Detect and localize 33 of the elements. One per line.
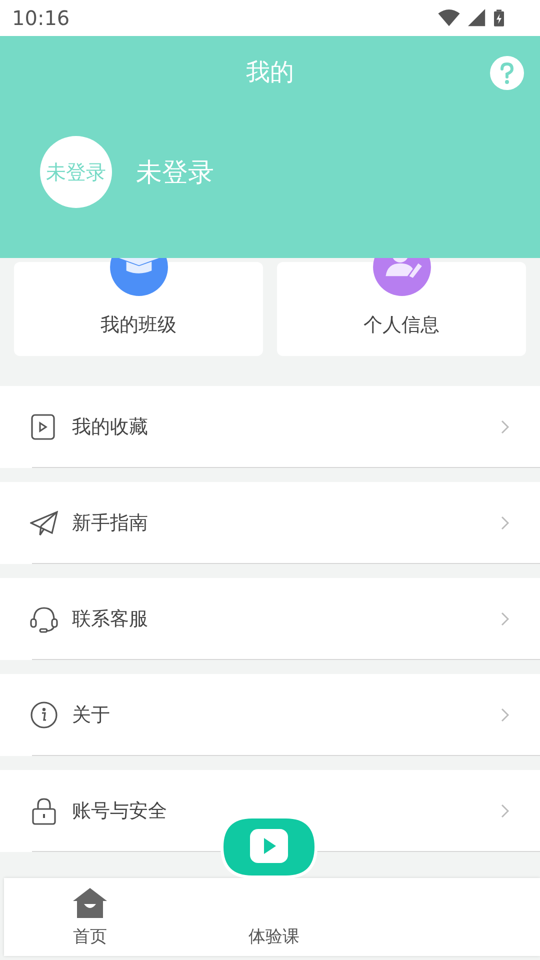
card-label: 个人信息	[364, 313, 440, 338]
menu-item[interactable]: 关于	[0, 674, 540, 756]
menu-label: 联系客服	[72, 607, 149, 632]
menu-item[interactable]: 新手指南	[0, 482, 540, 564]
play-square-icon	[30, 413, 58, 441]
paper-plane-icon	[30, 509, 58, 537]
chevron-right-icon	[500, 515, 510, 531]
nav-tab[interactable]: 体验课	[176, 878, 372, 956]
house-icon	[72, 887, 108, 919]
chevron-right-icon	[500, 419, 510, 435]
signal-icon	[466, 9, 488, 27]
wifi-icon	[438, 9, 460, 27]
menu-label: 新手指南	[72, 511, 149, 536]
chevron-right-icon	[500, 803, 510, 819]
info-icon	[30, 701, 58, 729]
cap-icon	[110, 258, 168, 296]
menu-item[interactable]: 联系客服	[0, 578, 540, 660]
chevron-right-icon	[500, 707, 510, 723]
headset-icon	[30, 605, 58, 633]
menu-label: 账号与安全	[72, 799, 168, 824]
menu-label: 关于	[72, 703, 111, 728]
menu-item[interactable]: 我的收藏	[0, 386, 540, 468]
menu-item[interactable]: 账号与安全	[0, 770, 540, 852]
nav-tab[interactable]: 首页	[4, 878, 176, 956]
page-title: 我的	[246, 57, 294, 88]
status-time: 10:16	[12, 6, 70, 30]
menu-label: 我的收藏	[72, 415, 149, 440]
battery-icon	[494, 9, 504, 27]
help-icon	[490, 56, 524, 90]
card-label: 我的班级	[100, 313, 176, 338]
chevron-right-icon	[500, 611, 510, 627]
person-edit-icon	[372, 258, 430, 296]
padlock-icon	[30, 797, 58, 825]
